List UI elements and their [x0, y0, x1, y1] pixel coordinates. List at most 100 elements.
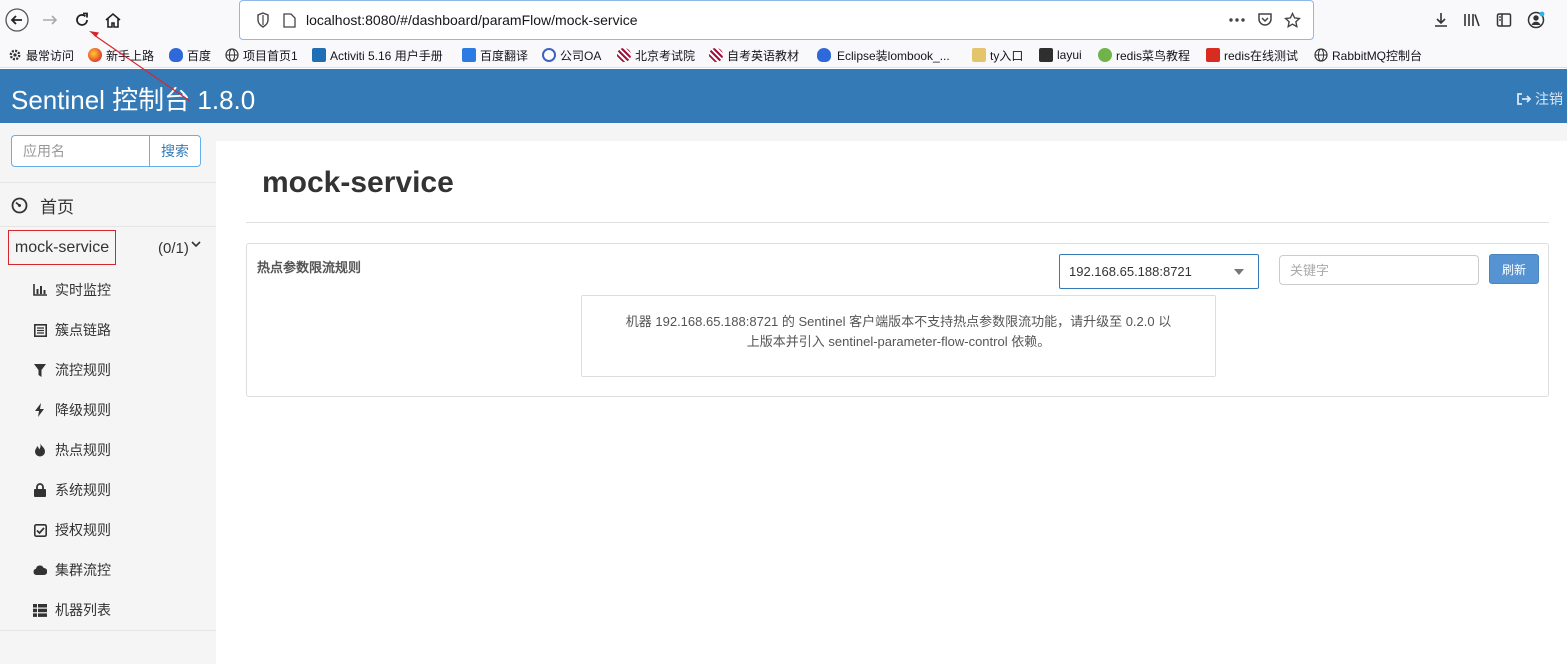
main-top-strip — [216, 123, 1567, 141]
shield-icon[interactable] — [254, 11, 272, 29]
bookmark-item[interactable]: Activiti 5.16 用户手册 — [312, 45, 443, 65]
sidebar-item-home[interactable]: 首页 — [11, 193, 74, 218]
exam-icon — [709, 48, 723, 62]
bookmark-item[interactable]: 新手上路 — [88, 45, 154, 65]
browser-toolbar: localhost:8080/#/dashboard/paramFlow/moc… — [0, 0, 1567, 42]
logout-label: 注销 — [1535, 91, 1563, 107]
refresh-button[interactable]: 刷新 — [1489, 254, 1539, 284]
app-search-input[interactable] — [11, 135, 149, 167]
bookmark-item[interactable]: RabbitMQ控制台 — [1314, 45, 1422, 65]
sidebar-item-authority-rules[interactable]: 授权规则 — [33, 520, 111, 540]
sidebar-item-label: 集群流控 — [55, 562, 111, 578]
library-icon[interactable] — [1462, 10, 1482, 30]
sidebar-item-label: 授权规则 — [55, 522, 111, 538]
bookmark-item[interactable]: 公司OA — [542, 45, 601, 65]
caret-down-icon — [1234, 269, 1244, 275]
sidebar-item-label: 降级规则 — [55, 402, 111, 418]
ty-icon — [972, 48, 986, 62]
sidebar-app-mock-service[interactable]: mock-service — [8, 230, 116, 265]
bookmark-item[interactable]: 北京考试院 — [617, 45, 695, 65]
firefox-icon — [88, 48, 102, 62]
keyword-input[interactable] — [1279, 255, 1479, 285]
list-icon — [33, 323, 47, 337]
bookmark-item[interactable]: layui — [1039, 45, 1082, 65]
bookmark-item[interactable]: 百度 — [169, 45, 211, 65]
bookmark-item[interactable]: Eclipse装lombook_... — [817, 45, 950, 65]
redis-icon — [1206, 48, 1220, 62]
sidebar-item-flow-rules[interactable]: 流控规则 — [33, 360, 111, 380]
filter-icon — [33, 363, 47, 377]
exam-icon — [617, 48, 631, 62]
globe-icon — [225, 48, 239, 62]
sidebar-item-label: 热点规则 — [55, 442, 111, 458]
bookmark-item[interactable]: ty入口 — [972, 45, 1023, 65]
back-arrow-icon — [5, 8, 29, 32]
sidebar-item-cluster-point-link[interactable]: 簇点链路 — [33, 320, 111, 340]
pocket-icon[interactable] — [1256, 11, 1274, 29]
bookmark-item[interactable]: 项目首页1 — [225, 45, 298, 65]
translate-icon — [462, 48, 476, 62]
notice-line: 机器 192.168.65.188:8721 的 Sentinel 客户端版本不… — [625, 314, 1172, 329]
bookmark-item[interactable]: redis菜鸟教程 — [1098, 45, 1190, 65]
bookmark-item[interactable]: 最常访问 — [8, 45, 74, 65]
app-search-group: 搜索 — [11, 135, 201, 167]
sidebar-toggle-icon[interactable] — [1494, 10, 1514, 30]
sidebar-item-label: 实时监控 — [55, 282, 111, 298]
search-button[interactable]: 搜索 — [149, 135, 201, 167]
machine-select[interactable]: 192.168.65.188:8721 — [1059, 254, 1259, 289]
check-square-icon — [33, 523, 47, 537]
bar-chart-icon — [33, 283, 47, 297]
baidu-icon — [169, 48, 183, 62]
th-list-icon — [33, 603, 47, 617]
sidebar-item-degrade-rules[interactable]: 降级规则 — [33, 400, 111, 420]
chevron-down-icon[interactable] — [190, 239, 202, 249]
home-button[interactable] — [101, 8, 125, 32]
app-title[interactable]: Sentinel 控制台 1.8.0 — [11, 80, 255, 117]
sidebar-item-machine-list[interactable]: 机器列表 — [33, 600, 111, 620]
notice-line: 上版本并引入 sentinel-parameter-flow-control 依… — [746, 334, 1051, 349]
logout-button[interactable]: 注销 — [1516, 89, 1563, 109]
more-actions-icon[interactable] — [1228, 11, 1246, 29]
globe-icon — [1314, 48, 1328, 62]
reload-button[interactable] — [70, 8, 94, 32]
url-bar[interactable]: localhost:8080/#/dashboard/paramFlow/moc… — [239, 0, 1314, 40]
flash-icon — [33, 403, 47, 417]
forward-button[interactable] — [38, 8, 62, 32]
layui-icon — [1039, 48, 1053, 62]
download-icon[interactable] — [1431, 10, 1451, 30]
sidebar-item-label: 系统规则 — [55, 482, 111, 498]
bookmarks-bar: 最常访问 新手上路 百度 项目首页1 Activiti 5.16 用户手册 百度… — [0, 42, 1567, 68]
divider — [0, 226, 216, 227]
sidebar-item-hot-param-rules[interactable]: 热点规则 — [33, 440, 111, 460]
divider — [0, 182, 216, 183]
bookmark-item[interactable]: 自考英语教材 — [709, 45, 799, 65]
account-icon[interactable] — [1526, 10, 1546, 30]
star-icon[interactable] — [1283, 11, 1301, 29]
runoob-icon — [1098, 48, 1112, 62]
cloud-icon — [33, 563, 47, 577]
sidebar-item-label: 机器列表 — [55, 602, 111, 618]
machine-select-value: 192.168.65.188:8721 — [1069, 264, 1192, 279]
sidebar: 搜索 首页 mock-service (0/1) 实时监控 簇点链路 流控规则 … — [0, 123, 216, 664]
sidebar-item-cluster-flow[interactable]: 集群流控 — [33, 560, 111, 580]
fire-icon — [33, 443, 47, 457]
lock-icon — [33, 483, 47, 497]
dashboard-icon — [11, 197, 28, 214]
sign-out-icon — [1517, 93, 1532, 105]
baidu-icon — [817, 48, 831, 62]
panel-title: 热点参数限流规则 — [257, 260, 362, 275]
sidebar-item-system-rules[interactable]: 系统规则 — [33, 480, 111, 500]
back-button[interactable] — [5, 8, 29, 32]
url-text[interactable]: localhost:8080/#/dashboard/paramFlow/moc… — [306, 12, 638, 28]
oa-icon — [542, 48, 556, 62]
app-machine-count: (0/1) — [158, 240, 189, 257]
activiti-icon — [312, 48, 326, 62]
divider — [0, 630, 216, 631]
bookmark-item[interactable]: redis在线测试 — [1206, 45, 1298, 65]
bookmark-item[interactable]: 百度翻译 — [462, 45, 528, 65]
home-icon — [105, 12, 121, 28]
reload-icon — [76, 12, 88, 26]
sidebar-item-label: 首页 — [40, 198, 74, 217]
sidebar-item-label: 簇点链路 — [55, 322, 111, 338]
sidebar-item-realtime-monitor[interactable]: 实时监控 — [33, 280, 111, 300]
